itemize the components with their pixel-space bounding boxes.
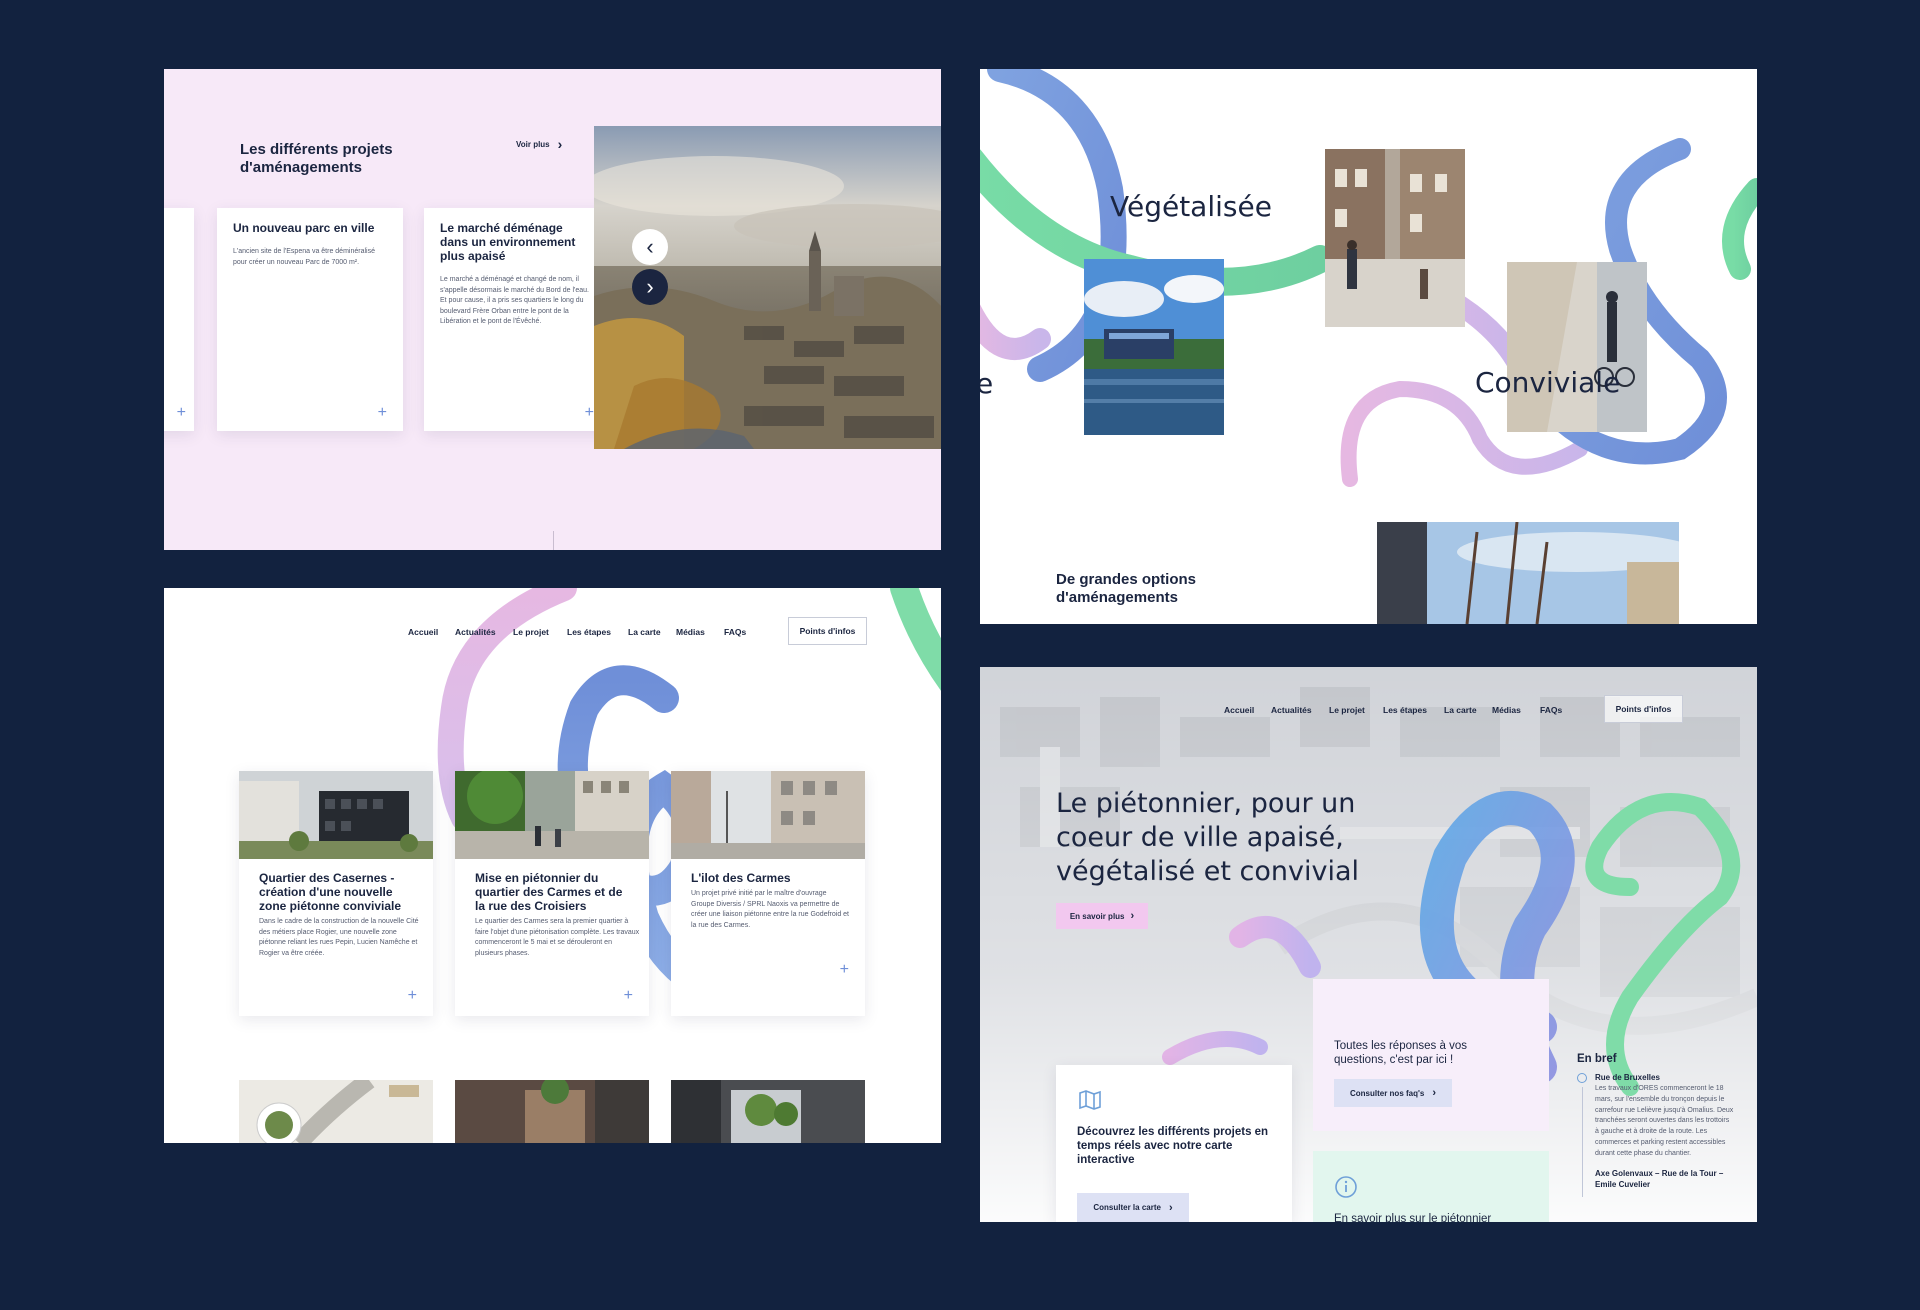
- ilot-carmes-photo: [671, 771, 865, 859]
- nav-accueil[interactable]: Accueil: [408, 627, 438, 637]
- project-card-casernes[interactable]: Quartier des Casernes - création d'une n…: [239, 771, 433, 1016]
- project-card-carmes[interactable]: Mise en piétonnier du quartier des Carme…: [455, 771, 649, 1016]
- nav-faqs[interactable]: FAQs: [1540, 705, 1562, 715]
- info-icon: [1335, 1176, 1357, 1198]
- timeline-line: [1582, 1087, 1583, 1197]
- points-infos-button[interactable]: Points d'infos: [788, 617, 867, 645]
- chevron-right-icon: ›: [1432, 1087, 1437, 1099]
- map-icon: [1079, 1090, 1101, 1110]
- brief-item-title[interactable]: Axe Golenvaux – Rue de la Tour – Emile C…: [1595, 1168, 1735, 1190]
- brief-section: En bref Rue de Bruxelles Les travaux d'O…: [1577, 1053, 1747, 1197]
- see-more-label: Voir plus: [516, 139, 550, 149]
- card-text: Dans le cadre de la construction de la n…: [259, 918, 419, 957]
- casernes-photo: [239, 771, 433, 859]
- info-title: En savoir plus sur le piétonnier: [1334, 1213, 1492, 1222]
- plus-icon[interactable]: +: [840, 962, 849, 978]
- cyclist-photo: [1507, 262, 1647, 432]
- word-conviviale: Conviviale: [1475, 366, 1621, 399]
- nav-faqs[interactable]: FAQs: [724, 627, 746, 637]
- street-trees-thumbnail[interactable]: [671, 1080, 865, 1143]
- hero-learn-more-button[interactable]: En savoir plus ›: [1056, 903, 1148, 929]
- chevron-left-icon: ‹: [646, 234, 654, 259]
- faq-card[interactable]: Toutes les réponses à vos questions, c'e…: [1313, 979, 1549, 1131]
- chevron-right-icon: ›: [557, 136, 563, 152]
- carmes-photo: [455, 771, 649, 859]
- button-label: Consulter nos faq's: [1349, 1088, 1425, 1098]
- divider: [553, 531, 554, 550]
- info-card[interactable]: En savoir plus sur le piétonnier: [1313, 1151, 1549, 1222]
- card-title: Mise en piétonnier du quartier des Carme…: [475, 871, 623, 913]
- chevron-right-icon: ›: [1130, 910, 1135, 922]
- button-label: Consulter la carte: [1093, 1203, 1161, 1212]
- card-title: L'ilot des Carmes: [691, 871, 791, 885]
- plus-icon[interactable]: +: [378, 405, 387, 421]
- plan-map-thumbnail[interactable]: [239, 1080, 433, 1143]
- nav-la-carte[interactable]: La carte: [1444, 705, 1477, 715]
- brick-buildings-thumbnail[interactable]: [455, 1080, 649, 1143]
- panel-projects-carousel: Les différents projets d'aménagements Vo…: [164, 69, 941, 550]
- brief-item-text: Les travaux d'ORES commenceront le 18 ma…: [1595, 1085, 1734, 1157]
- map-title: Découvrez les différents projets en temp…: [1077, 1126, 1269, 1166]
- street-lamps-photo: [1377, 522, 1679, 624]
- project-card-parc[interactable]: Un nouveau parc en ville L'ancien site d…: [217, 208, 403, 431]
- plus-icon[interactable]: +: [408, 988, 417, 1004]
- plus-icon[interactable]: +: [585, 405, 594, 421]
- button-label: En savoir plus: [1069, 911, 1125, 921]
- options-section-title: De grandes options d'aménagements: [1056, 571, 1197, 606]
- nav-le-projet[interactable]: Le projet: [513, 627, 549, 637]
- nav-medias[interactable]: Médias: [1492, 705, 1521, 715]
- card-title: Un nouveau parc en ville: [233, 221, 375, 235]
- nav-le-projet[interactable]: Le projet: [1329, 705, 1365, 715]
- project-card-partial[interactable]: +: [164, 208, 194, 431]
- brief-item-title[interactable]: Rue de Bruxelles: [1595, 1073, 1747, 1082]
- card-text: L'ancien site de l'Espena va être déminé…: [233, 248, 375, 266]
- plus-icon[interactable]: +: [624, 988, 633, 1004]
- word-vegetalisee: Végétalisée: [1110, 190, 1272, 223]
- nav-actualites[interactable]: Actualités: [1271, 705, 1312, 715]
- panel-homepage-hero: Accueil Actualités Le projet Les étapes …: [980, 667, 1757, 1222]
- brief-title: En bref: [1577, 1053, 1617, 1065]
- map-button[interactable]: Consulter la carte ›: [1077, 1193, 1189, 1222]
- project-card-marche[interactable]: Le marché déménage dans un environnement…: [424, 208, 610, 431]
- hero-title: Le piétonnier, pour un coeur de ville ap…: [1056, 788, 1359, 887]
- faq-button[interactable]: Consulter nos faq's ›: [1334, 1079, 1452, 1107]
- chevron-right-icon: ›: [1168, 1201, 1173, 1214]
- nav-medias[interactable]: Médias: [676, 627, 705, 637]
- points-infos-button[interactable]: Points d'infos: [1604, 695, 1683, 723]
- river-photo: [1084, 259, 1224, 435]
- map-card[interactable]: Découvrez les différents projets en temp…: [1056, 1065, 1292, 1222]
- panel-options: Végétalisée e Conviviale De grandes opti…: [980, 69, 1757, 624]
- project-card-ilot-carmes[interactable]: L'ilot des Carmes Un projet privé initié…: [671, 771, 865, 1016]
- card-title: Quartier des Casernes - création d'une n…: [259, 871, 402, 913]
- panel-project-list: Accueil Actualités Le projet Les étapes …: [164, 588, 941, 1143]
- projects-section-title: Les différents projets d'aménagements: [240, 141, 393, 176]
- word-partial: e: [980, 367, 994, 400]
- faq-title: Toutes les réponses à vos questions, c'e…: [1334, 1040, 1467, 1066]
- carousel-prev-button[interactable]: ‹: [632, 229, 668, 265]
- nav-les-etapes[interactable]: Les étapes: [567, 627, 611, 637]
- chevron-right-icon: ›: [646, 274, 654, 299]
- nav-la-carte[interactable]: La carte: [628, 627, 661, 637]
- carousel-next-button[interactable]: ›: [632, 269, 668, 305]
- street-pedestrian-photo: [1325, 149, 1465, 327]
- see-more-link[interactable]: Voir plus ›: [516, 136, 562, 152]
- clock-icon: [1577, 1073, 1587, 1083]
- card-text: Le marché a déménagé et changé de nom, i…: [440, 276, 589, 325]
- card-title: Le marché déménage dans un environnement…: [440, 221, 576, 263]
- nav-accueil[interactable]: Accueil: [1224, 705, 1254, 715]
- plus-icon[interactable]: +: [177, 405, 186, 421]
- nav-actualites[interactable]: Actualités: [455, 627, 496, 637]
- nav-les-etapes[interactable]: Les étapes: [1383, 705, 1427, 715]
- card-text: Un projet privé initié par le maître d'o…: [691, 890, 849, 929]
- card-text: Le quartier des Carmes sera la premier q…: [475, 918, 640, 957]
